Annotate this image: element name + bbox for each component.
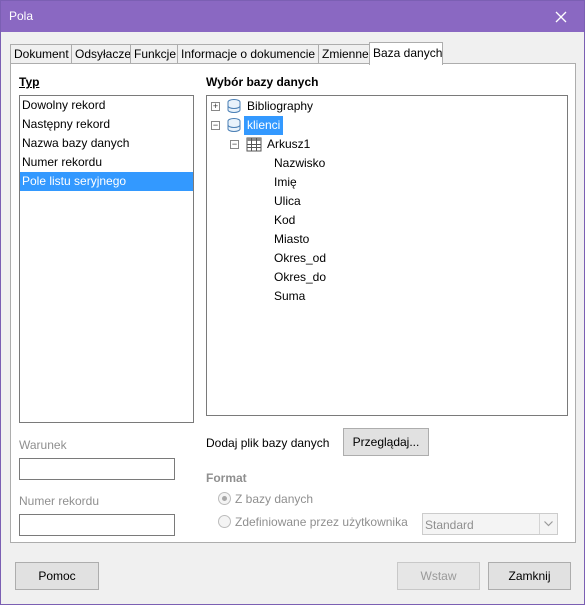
tree-leaf-field[interactable]: Kod <box>274 211 295 230</box>
list-item[interactable]: Następny rekord <box>20 115 193 134</box>
format-combo[interactable]: Standard <box>422 513 558 535</box>
format-combo-value: Standard <box>425 518 474 532</box>
insert-button-label: Wstaw <box>420 569 457 583</box>
format-heading: Format <box>206 471 247 485</box>
tab-informacje[interactable]: Informacje o dokumencie <box>177 44 319 64</box>
condition-input[interactable] <box>19 458 175 480</box>
tab-label: Zmienne <box>322 47 369 61</box>
tree-label: Arkusz1 <box>267 137 311 151</box>
collapse-icon[interactable]: − <box>211 121 220 130</box>
database-icon <box>227 99 241 113</box>
expand-icon[interactable]: + <box>211 102 220 111</box>
tree-node-klienci[interactable]: − klienci <box>207 116 565 135</box>
title-bar: Pola <box>1 1 584 32</box>
radio-user-defined[interactable] <box>218 515 231 528</box>
type-listbox[interactable]: Dowolny rekord Następny rekord Nazwa baz… <box>19 95 194 423</box>
tab-label: Funkcje <box>134 47 177 61</box>
tab-zmienne[interactable]: Zmienne <box>318 44 370 64</box>
tab-label: Informacje o dokumencie <box>181 47 316 61</box>
help-button-label: Pomoc <box>38 569 76 583</box>
tree-node-bibliography[interactable]: + Bibliography <box>207 97 565 116</box>
tree-leaf-field[interactable]: Suma <box>274 287 305 306</box>
tree-leaf-field[interactable]: Miasto <box>274 230 309 249</box>
tree-label: Suma <box>274 289 306 303</box>
browse-button[interactable]: Przeglądaj... <box>343 428 429 456</box>
tree-label: Nazwisko <box>274 156 326 170</box>
db-selection-heading: Wybór bazy danych <box>206 75 319 89</box>
list-item[interactable]: Numer rekordu <box>20 153 193 172</box>
tab-odsylacze[interactable]: Odsyłacze <box>71 44 131 64</box>
window-title: Pola <box>9 9 34 23</box>
list-item[interactable]: Dowolny rekord <box>20 96 193 115</box>
fields-dialog: Pola Dokument Odsyłacze Funkcje Informac… <box>0 0 585 605</box>
tab-dokument[interactable]: Dokument <box>10 44 72 64</box>
tree-label: Imię <box>274 175 297 189</box>
collapse-icon[interactable]: − <box>230 140 239 149</box>
radio-user-defined-label: Zdefiniowane przez użytkownika <box>235 515 408 529</box>
type-heading: Typ <box>19 75 40 89</box>
tree-node-arkusz1[interactable]: − Arkusz1 <box>207 135 565 154</box>
tab-label: Odsyłacze <box>75 47 132 61</box>
list-item[interactable]: Nazwa bazy danych <box>20 134 193 153</box>
tree-label: klienci <box>244 116 284 135</box>
tree-leaf-field[interactable]: Okres_od <box>274 249 326 268</box>
table-icon <box>246 137 262 152</box>
close-window-button[interactable] <box>538 1 584 32</box>
tree-leaf-field[interactable]: Okres_do <box>274 268 326 287</box>
tab-label: Baza danych <box>373 46 443 60</box>
close-button-label: Zamknij <box>508 569 551 583</box>
insert-button[interactable]: Wstaw <box>397 562 480 590</box>
add-db-label: Dodaj plik bazy danych <box>206 436 330 450</box>
browse-button-label: Przeglądaj... <box>352 435 420 449</box>
help-button[interactable]: Pomoc <box>15 562 99 590</box>
radio-from-database-label: Z bazy danych <box>235 492 314 506</box>
tab-funkcje[interactable]: Funkcje <box>130 44 178 64</box>
database-tree[interactable]: + Bibliography − klienci − Arkusz1 Nazwi… <box>206 95 568 416</box>
tree-label: Okres_do <box>274 270 327 284</box>
close-icon <box>555 11 567 22</box>
record-number-label: Numer rekordu <box>19 494 100 508</box>
tree-label: Okres_od <box>274 251 327 265</box>
tab-baza-danych[interactable]: Baza danych <box>369 42 443 65</box>
close-button[interactable]: Zamknij <box>488 562 571 590</box>
chevron-down-icon[interactable] <box>539 514 557 534</box>
tree-leaf-field[interactable]: Ulica <box>274 192 301 211</box>
database-icon <box>227 118 241 132</box>
tab-panel: Typ Dowolny rekord Następny rekord Nazwa… <box>10 63 576 543</box>
condition-label: Warunek <box>19 438 67 452</box>
tree-label: Kod <box>274 213 296 227</box>
radio-from-database[interactable] <box>218 492 231 505</box>
record-number-input[interactable] <box>19 514 175 536</box>
list-item-selected[interactable]: Pole listu seryjnego <box>20 172 193 191</box>
tree-label: Miasto <box>274 232 310 246</box>
tree-leaf-field[interactable]: Imię <box>274 173 297 192</box>
tree-leaf-field[interactable]: Nazwisko <box>274 154 325 173</box>
tab-label: Dokument <box>14 47 69 61</box>
tree-label: Ulica <box>274 194 301 208</box>
tree-label: Bibliography <box>247 99 314 113</box>
